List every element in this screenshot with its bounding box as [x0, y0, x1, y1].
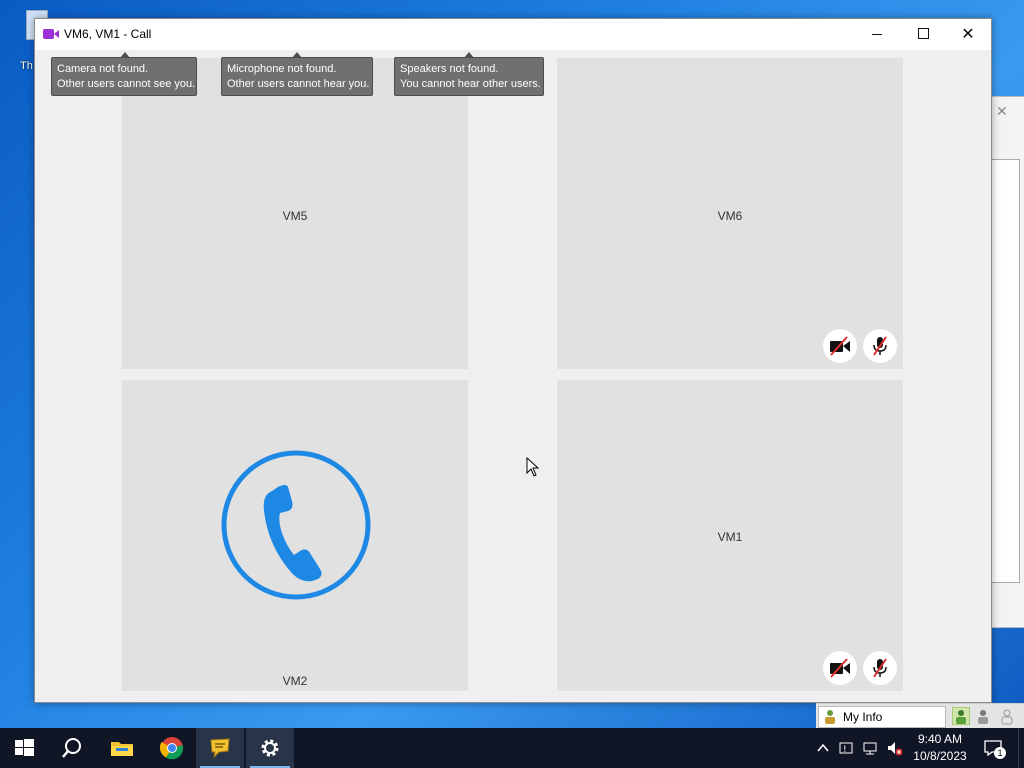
tooltip-line: Other users cannot hear you.	[227, 78, 370, 90]
taskbar: ! 9:40 AM 10/8/2023 1	[0, 728, 1024, 768]
tooltip-line: Camera not found.	[57, 63, 149, 75]
chrome-icon	[160, 737, 184, 760]
chat-app-button[interactable]	[196, 728, 244, 768]
close-icon: ✕	[961, 26, 975, 43]
clock-time: 9:40 AM	[917, 732, 963, 746]
mouse-cursor-icon	[526, 457, 540, 477]
tooltip-line: Speakers not found.	[400, 63, 499, 75]
my-info-bar: My Info	[816, 703, 1024, 729]
participant-name: VM1	[717, 530, 743, 544]
online-status-icon[interactable]	[952, 707, 970, 725]
microphone-warning-tooltip: Microphone not found. Other users cannot…	[221, 52, 373, 96]
close-button[interactable]: ✕	[945, 19, 991, 50]
camera-off-icon	[830, 658, 850, 678]
participant-name: VM6	[717, 209, 743, 223]
my-info-label: My Info	[843, 710, 883, 724]
svg-text:!: !	[843, 745, 847, 755]
background-window[interactable]: ✕	[989, 96, 1024, 628]
my-info-field[interactable]: My Info	[818, 706, 946, 728]
camera-off-indicator	[823, 651, 857, 685]
notification-count-badge: 1	[994, 747, 1006, 759]
camera-warning-tooltip: Camera not found. Other users cannot see…	[51, 52, 197, 96]
start-button[interactable]	[0, 728, 48, 768]
tooltip-line: Other users cannot see you.	[57, 78, 196, 90]
clock-date: 10/8/2023	[913, 749, 967, 763]
file-explorer-button[interactable]	[98, 728, 146, 768]
tooltip-line: Microphone not found.	[227, 63, 337, 75]
participant-tile-vm6[interactable]: VM6	[557, 58, 903, 369]
taskbar-clock[interactable]: 9:40 AM 10/8/2023	[908, 731, 972, 765]
sync-icon[interactable]: !	[838, 740, 854, 756]
chat-app-icon	[210, 738, 230, 759]
video-call-icon	[43, 29, 59, 39]
file-explorer-icon	[111, 742, 133, 756]
search-icon	[62, 738, 81, 758]
tooltip-line: You cannot hear other users.	[400, 78, 541, 90]
minimize-button[interactable]	[854, 19, 900, 50]
mic-off-indicator	[863, 329, 897, 363]
phone-call-icon	[221, 450, 371, 600]
camera-off-indicator	[823, 329, 857, 363]
mic-off-icon	[873, 658, 887, 678]
camera-off-icon	[830, 336, 850, 356]
participant-name: VM2	[282, 674, 308, 688]
window-title: VM6, VM1 - Call	[64, 27, 152, 41]
maximize-icon	[917, 27, 929, 39]
network-icon[interactable]	[862, 740, 878, 756]
desktop-icon-label: Th	[20, 60, 33, 72]
user-status-icon	[825, 710, 835, 724]
offline-status-icon[interactable]	[998, 707, 1016, 725]
title-bar[interactable]: VM6, VM1 - Call ✕	[35, 19, 991, 50]
search-button[interactable]	[48, 728, 96, 768]
chrome-button[interactable]	[148, 728, 196, 768]
maximize-button[interactable]	[900, 19, 946, 50]
chevron-up-icon[interactable]	[815, 740, 831, 756]
show-desktop-button[interactable]	[1018, 728, 1024, 768]
close-icon[interactable]: ✕	[996, 103, 1008, 120]
away-status-icon[interactable]	[974, 707, 992, 725]
mic-off-icon	[873, 336, 887, 356]
settings-button[interactable]	[246, 728, 294, 768]
settings-icon	[261, 739, 279, 757]
speakers-warning-tooltip: Speakers not found. You cannot hear othe…	[394, 52, 544, 96]
participant-name: VM5	[282, 209, 308, 223]
mic-off-indicator	[863, 651, 897, 685]
background-window-content	[990, 159, 1020, 583]
participant-tile-vm2[interactable]: VM2	[122, 380, 468, 691]
volume-muted-icon[interactable]	[886, 740, 902, 756]
call-window: VM6, VM1 - Call ✕ VM5 VM6 VM2 VM1 Camera…	[34, 18, 992, 703]
minimize-icon	[872, 34, 882, 36]
participant-tile-vm1[interactable]: VM1	[557, 380, 903, 691]
start-icon	[15, 739, 34, 756]
participant-tile-vm5[interactable]: VM5	[122, 58, 468, 369]
